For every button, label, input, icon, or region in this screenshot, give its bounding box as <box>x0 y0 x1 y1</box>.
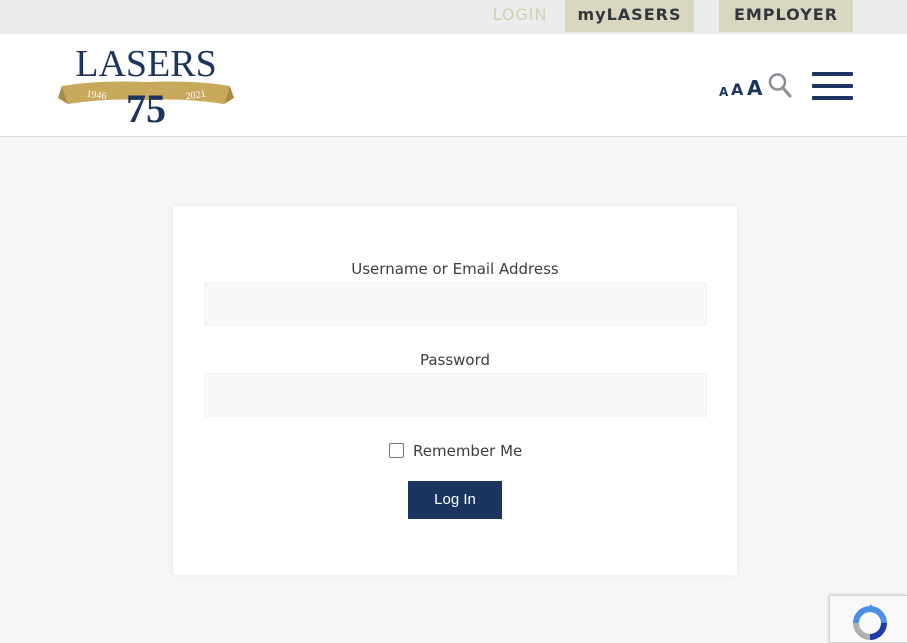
recaptcha-badge[interactable] <box>829 595 907 643</box>
log-in-button[interactable]: Log In <box>408 481 502 519</box>
password-input[interactable] <box>204 373 707 417</box>
password-label: Password <box>419 351 491 369</box>
utility-bar: LOGIN myLASERS EMPLOYER <box>0 0 907 34</box>
search-icon[interactable] <box>768 72 792 98</box>
font-size-small[interactable]: A <box>719 86 728 98</box>
font-size-medium[interactable]: A <box>731 82 743 98</box>
menu-bar-bottom <box>812 96 853 100</box>
username-input[interactable] <box>204 282 707 326</box>
logo-number: 75 <box>126 86 166 126</box>
menu-bar-middle <box>812 84 853 88</box>
logo-wordmark: LASERS <box>75 43 216 85</box>
remember-me-label[interactable]: Remember Me <box>413 442 522 460</box>
username-label: Username or Email Address <box>351 260 559 278</box>
recaptcha-icon <box>853 604 887 640</box>
login-link[interactable]: LOGIN <box>489 0 551 32</box>
employer-link[interactable]: EMPLOYER <box>719 0 853 32</box>
font-size-large[interactable]: A <box>747 78 762 98</box>
hamburger-menu-icon[interactable] <box>812 72 854 102</box>
mylasers-link[interactable]: myLASERS <box>565 0 694 32</box>
lasers-75-logo[interactable]: LASERS 1946 2021 75 <box>58 42 234 126</box>
logo-graphic: LASERS 1946 2021 75 <box>58 43 234 126</box>
login-form-card: Username or Email Address Password Remem… <box>173 206 737 575</box>
site-header: LASERS 1946 2021 75 A A A <box>0 34 907 137</box>
menu-bar-top <box>812 72 853 76</box>
remember-me-checkbox[interactable] <box>389 443 404 458</box>
